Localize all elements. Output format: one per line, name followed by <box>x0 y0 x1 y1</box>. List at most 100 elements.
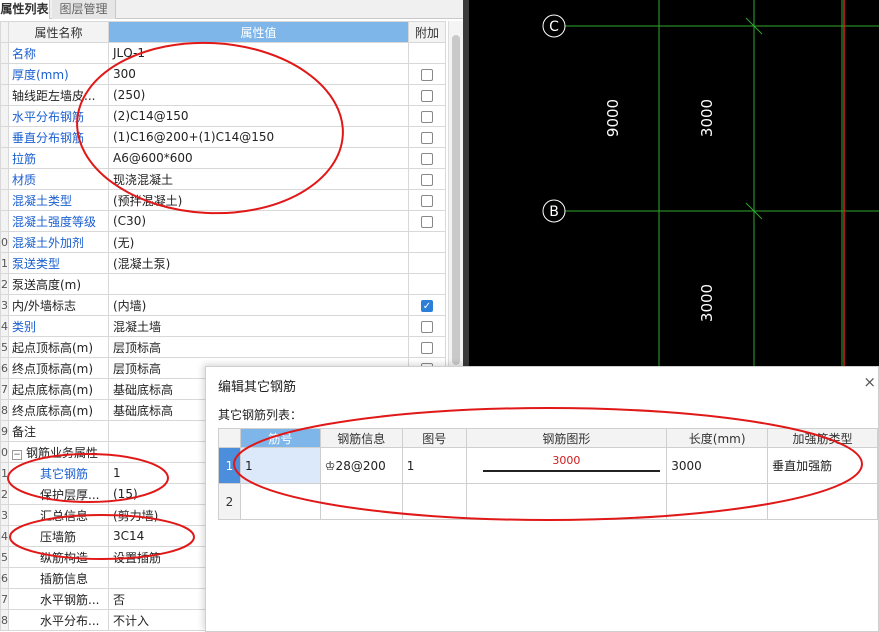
dialog-subtitle: 其它钢筋列表： <box>218 408 303 422</box>
property-row[interactable]: 3 内/外墙标志 (内墙) ✓ <box>0 294 446 316</box>
property-row[interactable]: 1 泵送类型 (混凝土泵) <box>0 252 446 274</box>
property-value-cell[interactable]: 现浇混凝土 <box>108 168 409 190</box>
rebar-fig-no-cell[interactable]: 1 <box>401 447 467 484</box>
rebar-shape-cell[interactable] <box>465 483 668 520</box>
rebar-shape-cell[interactable]: 3000 <box>465 447 668 484</box>
property-extra-cell <box>408 105 446 127</box>
property-value-cell[interactable] <box>108 273 409 295</box>
scrollbar-thumb[interactable] <box>452 35 460 365</box>
property-name-label: 纵筋构造 <box>40 550 89 565</box>
rebar-bar-no-cell[interactable] <box>239 483 321 520</box>
property-value-cell[interactable]: 300 <box>108 63 409 85</box>
rebar-row-2[interactable]: 2 <box>218 483 878 520</box>
rebar-header-type[interactable]: 加强筋类型 <box>767 428 878 448</box>
property-name-label: 汇总信息 <box>40 508 89 523</box>
extra-checkbox[interactable]: ✓ <box>421 299 433 312</box>
property-name-cell: 水平分布钢筋 <box>8 105 109 127</box>
property-name-cell: 汇总信息 <box>8 504 109 526</box>
rebar-header-info[interactable]: 钢筋信息 <box>319 428 403 448</box>
property-row[interactable]: 混凝土类型 (预拌混凝土) <box>0 189 446 211</box>
property-name-label: 轴线距左墙皮... <box>12 88 96 103</box>
property-extra-cell <box>408 315 446 337</box>
property-value-cell[interactable]: (1)C16@200+(1)C14@150 <box>108 126 409 148</box>
property-row[interactable]: 水平分布钢筋 (2)C14@150 <box>0 105 446 127</box>
dialog-close-icon[interactable]: × <box>863 373 876 391</box>
rebar-row-number[interactable]: 1 <box>218 447 241 484</box>
extra-checkbox[interactable] <box>421 215 433 228</box>
rebar-header-shape[interactable]: 钢筋图形 <box>465 428 668 448</box>
property-name-label: 水平分布钢筋 <box>12 109 85 124</box>
rebar-header-fig-no[interactable]: 图号 <box>401 428 467 448</box>
cad-drawing-canvas[interactable]: C B 9000 3000 3000 <box>463 0 879 366</box>
extra-checkbox[interactable] <box>421 194 433 207</box>
property-value-cell[interactable]: JLQ-1 <box>108 42 409 64</box>
property-value-cell[interactable]: 层顶标高 <box>108 336 409 358</box>
rebar-header-bar-no[interactable]: 筋号 <box>239 428 321 448</box>
property-row[interactable]: 2 泵送高度(m) <box>0 273 446 295</box>
property-value-cell[interactable]: (预拌混凝土) <box>108 189 409 211</box>
property-name-label: 混凝土类型 <box>12 193 73 208</box>
property-name-cell: 起点底标高(m) <box>8 378 109 400</box>
property-name-label: 插筋信息 <box>40 571 89 586</box>
rebar-header-length[interactable]: 长度(mm) <box>666 428 769 448</box>
extra-checkbox[interactable] <box>421 131 433 144</box>
rebar-row-1[interactable]: 1 1 ♔28@200 1 3000 3000 垂直加强筋 <box>218 447 878 484</box>
property-value-cell[interactable]: (无) <box>108 231 409 253</box>
property-value-cell[interactable]: (250) <box>108 84 409 106</box>
property-name-label: 终点底标高(m) <box>12 403 94 418</box>
property-value-cell[interactable]: (C30) <box>108 210 409 232</box>
property-row[interactable]: 混凝土强度等级 (C30) <box>0 210 446 232</box>
property-name-cell: 备注 <box>8 420 109 442</box>
collapse-toggle-icon[interactable]: − <box>12 449 22 460</box>
property-name-label: 备注 <box>12 424 37 439</box>
property-row[interactable]: 轴线距左墙皮... (250) <box>0 84 446 106</box>
rebar-info-cell[interactable]: ♔28@200 <box>319 447 403 484</box>
property-row-number: 6 <box>0 567 9 589</box>
property-row[interactable]: 名称 JLQ-1 <box>0 42 446 64</box>
tab-layer-manager[interactable]: 图层管理 <box>52 0 116 19</box>
extra-checkbox[interactable] <box>421 173 433 186</box>
extra-checkbox[interactable] <box>421 320 433 333</box>
rebar-row-number[interactable]: 2 <box>218 483 241 520</box>
property-name-cell: 厚度(mm) <box>8 63 109 85</box>
panel-splitter[interactable] <box>463 0 469 366</box>
extra-checkbox[interactable] <box>421 341 433 354</box>
rebar-length-cell[interactable]: 3000 <box>666 447 769 484</box>
property-row[interactable]: 4 类别 混凝土墙 <box>0 315 446 337</box>
property-row[interactable]: 拉筋 A6@600*600 <box>0 147 446 169</box>
rebar-shape-length-label: 3000 <box>552 454 581 467</box>
property-row-number: 7 <box>0 378 9 400</box>
extra-checkbox[interactable] <box>421 110 433 123</box>
rebar-type-cell[interactable]: 垂直加强筋 <box>767 447 878 484</box>
property-name-label: 钢筋业务属性 <box>26 445 99 460</box>
extra-checkbox[interactable] <box>421 152 433 165</box>
property-row-number <box>0 105 9 127</box>
tab-property-list[interactable]: 属性列表 <box>0 0 50 19</box>
dim-text-3000-lower: 3000 <box>698 284 716 322</box>
property-row[interactable]: 垂直分布钢筋 (1)C16@200+(1)C14@150 <box>0 126 446 148</box>
extra-checkbox[interactable] <box>421 68 433 81</box>
rebar-info-cell[interactable] <box>319 483 403 520</box>
property-row[interactable]: 厚度(mm) 300 <box>0 63 446 85</box>
rebar-fig-no-cell[interactable] <box>401 483 467 520</box>
rebar-type-cell[interactable] <box>767 483 878 520</box>
property-name-cell: 混凝土强度等级 <box>8 210 109 232</box>
header-extra: 附加 <box>408 21 446 43</box>
property-name-label: 水平钢筋... <box>40 592 100 607</box>
rebar-bar-no-cell[interactable]: 1 <box>239 447 321 484</box>
property-value-cell[interactable]: (内墙) <box>108 294 409 316</box>
property-row[interactable]: 0 混凝土外加剂 (无) <box>0 231 446 253</box>
property-name-cell: 插筋信息 <box>8 567 109 589</box>
rebar-length-cell[interactable] <box>666 483 769 520</box>
extra-checkbox[interactable] <box>421 89 433 102</box>
property-name-label: 起点顶标高(m) <box>12 340 94 355</box>
property-row-number: 4 <box>0 525 9 547</box>
property-value-cell[interactable]: (2)C14@150 <box>108 105 409 127</box>
property-row-number: 1 <box>0 462 9 484</box>
property-extra-cell <box>408 273 446 295</box>
property-value-cell[interactable]: (混凝土泵) <box>108 252 409 274</box>
property-row[interactable]: 5 起点顶标高(m) 层顶标高 <box>0 336 446 358</box>
property-row[interactable]: 材质 现浇混凝土 <box>0 168 446 190</box>
property-value-cell[interactable]: A6@600*600 <box>108 147 409 169</box>
property-value-cell[interactable]: 混凝土墙 <box>108 315 409 337</box>
